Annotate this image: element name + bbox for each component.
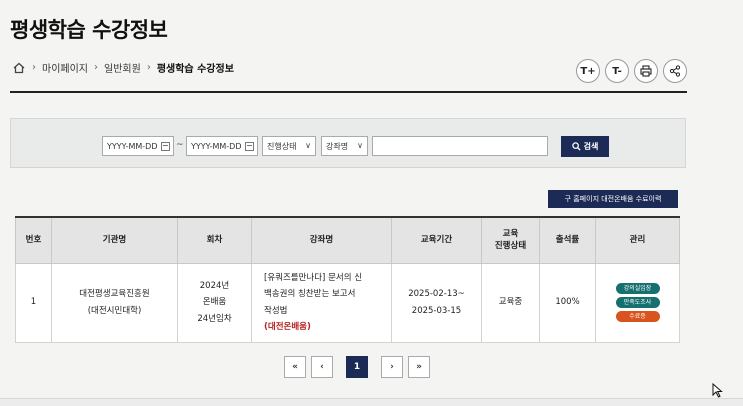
- table-row: 1 대전평생교육진흥원 (대전시민대학) 2024년 온배움 24년임차 [유쿼…: [15, 262, 680, 343]
- satisfaction-survey-button[interactable]: 만족도조사: [615, 297, 660, 308]
- search-button[interactable]: 검색: [561, 136, 609, 157]
- period-start: 2025-02-13~: [408, 289, 465, 300]
- cell-manage: 강의실입장 만족도조사 수료증: [595, 262, 680, 343]
- page-title: 평생학습 수강정보: [10, 18, 168, 42]
- breadcrumb-separator: ›: [32, 62, 36, 73]
- breadcrumb: › 마이페이지 › 일반회원 › 평생학습 수강정보: [12, 60, 234, 75]
- header-status-line2: 진행상태: [494, 241, 527, 252]
- course-title-line3: 작성법: [264, 305, 288, 316]
- page-current-button[interactable]: 1: [346, 356, 368, 378]
- header-status-line1: 교육: [502, 228, 519, 239]
- page-first-button[interactable]: «: [284, 356, 306, 378]
- print-button[interactable]: [634, 59, 658, 83]
- breadcrumb-separator: ›: [146, 62, 151, 73]
- chevron-down-icon: ∨: [357, 141, 363, 150]
- search-button-label: 검색: [583, 142, 599, 151]
- calendar-icon[interactable]: [161, 142, 170, 151]
- share-icon: [669, 65, 681, 77]
- course-table: 번호 기관명 회차 강좌명 교육기간 교육 진행상태 출석률 관리 1 대전평생…: [15, 216, 680, 343]
- footer-divider: [0, 398, 743, 406]
- course-select[interactable]: 강좌명 ∨: [321, 136, 368, 156]
- date-from-placeholder: YYYY-MM-DD: [107, 141, 158, 151]
- old-history-button[interactable]: 구 홈페이지 대전온배움 수료이력: [548, 190, 678, 208]
- header-round: 회차: [177, 216, 252, 264]
- header-period: 교육기간: [391, 216, 482, 264]
- date-range-tilde: ~: [176, 140, 184, 150]
- course-title-line2: 백송권의 칭찬받는 보고서: [264, 289, 356, 300]
- period-end: 2025-03-15: [411, 305, 462, 316]
- header-no: 번호: [15, 216, 52, 264]
- status-select-value: 진행상태: [267, 141, 297, 151]
- mouse-cursor-icon: [712, 383, 723, 398]
- page-tools: T+ T-: [576, 59, 687, 83]
- home-icon[interactable]: [12, 61, 26, 75]
- org-subname: (대전시민대학): [87, 305, 142, 316]
- date-from-input[interactable]: YYYY-MM-DD: [102, 136, 174, 156]
- round-type: 온배움: [202, 297, 227, 308]
- share-button[interactable]: [663, 59, 687, 83]
- header-course: 강좌명: [251, 216, 392, 264]
- breadcrumb-item-mypage[interactable]: 마이페이지: [42, 60, 88, 75]
- breadcrumb-item-member[interactable]: 일반회원: [104, 60, 141, 75]
- chevron-down-icon: ∨: [305, 141, 311, 150]
- cell-org: 대전평생교육진흥원 (대전시민대학): [51, 262, 178, 343]
- round-term: 24년임차: [197, 313, 232, 324]
- cell-course[interactable]: [유쿼즈를만나다] 문서의 신 백송권의 칭찬받는 보고서 작성법 (대전온배움…: [251, 262, 392, 343]
- header-org: 기관명: [51, 216, 178, 264]
- search-panel: YYYY-MM-DD ~ YYYY-MM-DD 진행상태 ∨ 강좌명 ∨ 검색: [10, 118, 686, 168]
- keyword-input[interactable]: [372, 136, 548, 156]
- status-select[interactable]: 진행상태 ∨: [262, 136, 316, 156]
- enter-classroom-button[interactable]: 강의실입장: [615, 283, 660, 294]
- breadcrumb-item-current: 평생학습 수강정보: [156, 64, 234, 75]
- page-prev-button[interactable]: ‹: [311, 356, 333, 378]
- pagination: « ‹ 1 › »: [284, 356, 430, 378]
- search-icon: [571, 142, 581, 151]
- round-year: 2024년: [199, 281, 230, 292]
- table-header-row: 번호 기관명 회차 강좌명 교육기간 교육 진행상태 출석률 관리: [15, 216, 680, 264]
- font-increase-button[interactable]: T+: [576, 59, 600, 83]
- header-divider: [10, 91, 687, 93]
- course-select-value: 강좌명: [326, 141, 349, 151]
- page-last-button[interactable]: »: [408, 356, 430, 378]
- cell-no: 1: [15, 262, 52, 343]
- breadcrumb-separator: ›: [94, 62, 98, 73]
- header-manage: 관리: [595, 216, 680, 264]
- cell-attendance: 100%: [539, 262, 596, 343]
- calendar-icon[interactable]: [245, 142, 254, 151]
- date-to-placeholder: YYYY-MM-DD: [191, 141, 242, 151]
- cell-status: 교육중: [481, 262, 540, 343]
- course-tag: (대전온배움): [264, 321, 311, 332]
- header-status: 교육 진행상태: [481, 216, 540, 264]
- course-title-line1: [유쿼즈를만나다] 문서의 신: [264, 273, 363, 284]
- font-decrease-button[interactable]: T-: [605, 59, 629, 83]
- cell-period: 2025-02-13~ 2025-03-15: [391, 262, 482, 343]
- page-next-button[interactable]: ›: [381, 356, 403, 378]
- certificate-button[interactable]: 수료증: [615, 311, 660, 322]
- print-icon: [640, 65, 652, 77]
- org-name: 대전평생교육진흥원: [79, 289, 150, 300]
- header-attendance: 출석률: [539, 216, 596, 264]
- date-to-input[interactable]: YYYY-MM-DD: [186, 136, 258, 156]
- cell-round: 2024년 온배움 24년임차: [177, 262, 252, 343]
